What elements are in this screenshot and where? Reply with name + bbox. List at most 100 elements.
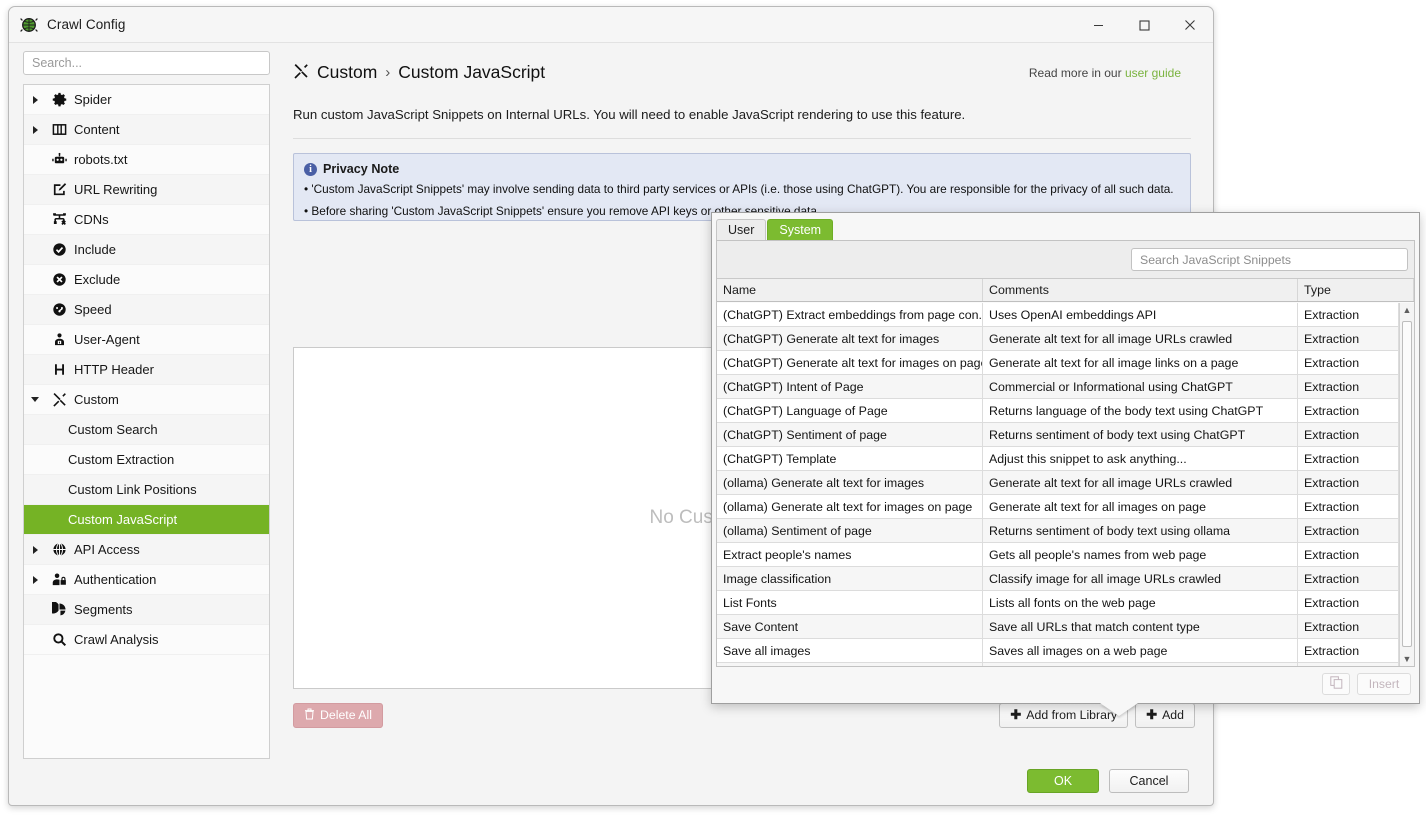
table-cell-name: (ChatGPT) Intent of Page — [717, 375, 983, 399]
sidebar-item-label: Spider — [72, 92, 112, 107]
column-header-type[interactable]: Type — [1298, 279, 1414, 301]
popup-footer: Insert — [716, 669, 1415, 699]
table-row[interactable]: (ChatGPT) Generate alt text for imagesGe… — [717, 327, 1399, 351]
sidebar-item-segments[interactable]: Segments — [24, 595, 269, 625]
chevron-up-icon[interactable]: ▲ — [1400, 303, 1414, 317]
copy-icon — [1330, 676, 1343, 692]
table-row[interactable]: (ChatGPT) Intent of PageCommercial or In… — [717, 375, 1399, 399]
chevron-right-icon[interactable] — [24, 126, 46, 134]
column-header-comments[interactable]: Comments — [983, 279, 1298, 301]
tab-user[interactable]: User — [716, 219, 766, 240]
close-button[interactable] — [1167, 7, 1213, 43]
sidebar-item-custom-link-positions[interactable]: Custom Link Positions — [24, 475, 269, 505]
table-row[interactable]: (ChatGPT) Extract embeddings from page c… — [717, 303, 1399, 327]
table-row[interactable]: Scroll pageScrolls page a number of time… — [717, 663, 1399, 666]
search-input[interactable] — [24, 52, 269, 74]
scrollbar-thumb[interactable] — [1402, 321, 1412, 647]
sidebar-item-exclude[interactable]: Exclude — [24, 265, 269, 295]
columns-icon — [46, 122, 72, 137]
sidebar-item-label: API Access — [72, 542, 140, 557]
table-row[interactable]: (ollama) Sentiment of pageReturns sentim… — [717, 519, 1399, 543]
user-guide-link[interactable]: user guide — [1125, 66, 1181, 80]
tab-system[interactable]: System — [767, 219, 833, 240]
pie-chart-icon — [46, 602, 72, 617]
sidebar-item-label: robots.txt — [72, 152, 127, 167]
gear-icon — [46, 92, 72, 107]
maximize-button[interactable] — [1121, 7, 1167, 43]
sidebar-item-label: Content — [72, 122, 120, 137]
sidebar-item-custom-extraction[interactable]: Custom Extraction — [24, 445, 269, 475]
sidebar-search[interactable] — [23, 51, 270, 75]
table-row[interactable]: (ollama) Generate alt text for images on… — [717, 495, 1399, 519]
sidebar-item-label: Include — [72, 242, 116, 257]
column-header-name[interactable]: Name — [717, 279, 983, 301]
user-lock-icon — [46, 572, 72, 587]
table-cell-type: Extraction — [1298, 591, 1399, 615]
chevron-down-icon[interactable] — [24, 397, 46, 402]
table-vertical-scrollbar[interactable]: ▲ ▼ — [1399, 303, 1414, 666]
sidebar-item-custom-search[interactable]: Custom Search — [24, 415, 269, 445]
sidebar-item-custom[interactable]: Custom — [24, 385, 269, 415]
gauge-icon — [46, 302, 72, 317]
sidebar-item-spider[interactable]: Spider — [24, 85, 269, 115]
add-button[interactable]: ✚ Add — [1135, 703, 1195, 728]
read-more: Read more in our user guide — [1029, 66, 1191, 80]
sidebar-item-robots-txt[interactable]: robots.txt — [24, 145, 269, 175]
table-cell-comments: Returns language of the body text using … — [983, 399, 1298, 423]
chevron-down-icon[interactable]: ▼ — [1400, 652, 1414, 666]
table-row[interactable]: (ollama) Generate alt text for imagesGen… — [717, 471, 1399, 495]
minimize-button[interactable] — [1075, 7, 1121, 43]
spider-globe-icon — [20, 16, 38, 34]
sidebar-item-authentication[interactable]: Authentication — [24, 565, 269, 595]
ok-button[interactable]: OK — [1027, 769, 1099, 793]
table-row[interactable]: (ChatGPT) Generate alt text for images o… — [717, 351, 1399, 375]
table-row[interactable]: Image classificationClassify image for a… — [717, 567, 1399, 591]
popup-callout-arrow — [1100, 703, 1138, 716]
sidebar-item-api-access[interactable]: API Access — [24, 535, 269, 565]
table-cell-comments: Scrolls page a number of times — [983, 663, 1298, 666]
breadcrumb: Custom › Custom JavaScript Read more in … — [279, 51, 1205, 83]
sidebar-item-label: Custom Search — [24, 422, 158, 437]
table-cell-comments: Returns sentiment of body text using Cha… — [983, 423, 1298, 447]
sidebar-item-label: User-Agent — [72, 332, 140, 347]
table-row[interactable]: Save all imagesSaves all images on a web… — [717, 639, 1399, 663]
table-cell-type: Extraction — [1298, 375, 1399, 399]
table-row[interactable]: List FontsLists all fonts on the web pag… — [717, 591, 1399, 615]
sidebar-item-content[interactable]: Content — [24, 115, 269, 145]
sidebar-item-crawl-analysis[interactable]: Crawl Analysis — [24, 625, 269, 655]
cancel-button[interactable]: Cancel — [1109, 769, 1189, 793]
chevron-right-icon[interactable] — [24, 576, 46, 584]
table-cell-name: (ChatGPT) Generate alt text for images o… — [717, 351, 983, 375]
chevron-right-icon[interactable] — [24, 546, 46, 554]
sidebar-item-label: Exclude — [72, 272, 120, 287]
sidebar-item-url-rewriting[interactable]: URL Rewriting — [24, 175, 269, 205]
sidebar-item-speed[interactable]: Speed — [24, 295, 269, 325]
privacy-note-title: Privacy Note — [323, 162, 399, 176]
table-row[interactable]: Save ContentSave all URLs that match con… — [717, 615, 1399, 639]
table-row[interactable]: Extract people's namesGets all people's … — [717, 543, 1399, 567]
table-cell-name: Save all images — [717, 639, 983, 663]
table-cell-name: (ollama) Sentiment of page — [717, 519, 983, 543]
breadcrumb-parent[interactable]: Custom — [317, 62, 377, 83]
table-cell-comments: Adjust this snippet to ask anything... — [983, 447, 1298, 471]
snippet-search-input[interactable] — [1131, 248, 1408, 271]
sidebar-item-http-header[interactable]: HTTP Header — [24, 355, 269, 385]
plus-icon: ✚ — [1146, 707, 1157, 723]
table-row[interactable]: (ChatGPT) TemplateAdjust this snippet to… — [717, 447, 1399, 471]
sidebar-item-custom-javascript[interactable]: Custom JavaScript — [24, 505, 269, 535]
table-cell-type: Extraction — [1298, 615, 1399, 639]
table-row[interactable]: (ChatGPT) Language of PageReturns langua… — [717, 399, 1399, 423]
delete-all-button[interactable]: Delete All — [293, 703, 383, 728]
sidebar-item-user-agent[interactable]: User-Agent — [24, 325, 269, 355]
table-cell-name: List Fonts — [717, 591, 983, 615]
table-row[interactable]: (ChatGPT) Sentiment of pageReturns senti… — [717, 423, 1399, 447]
sidebar-item-include[interactable]: Include — [24, 235, 269, 265]
copy-button[interactable] — [1322, 673, 1350, 695]
table-cell-name: (ollama) Generate alt text for images on… — [717, 495, 983, 519]
sidebar-item-cdns[interactable]: CDNs — [24, 205, 269, 235]
table-cell-name: (ollama) Generate alt text for images — [717, 471, 983, 495]
read-more-prefix: Read more in our — [1029, 66, 1122, 80]
chevron-right-icon[interactable] — [24, 96, 46, 104]
popup-body: Name Comments Type (ChatGPT) Extract emb… — [716, 240, 1415, 667]
insert-button[interactable]: Insert — [1357, 673, 1411, 695]
